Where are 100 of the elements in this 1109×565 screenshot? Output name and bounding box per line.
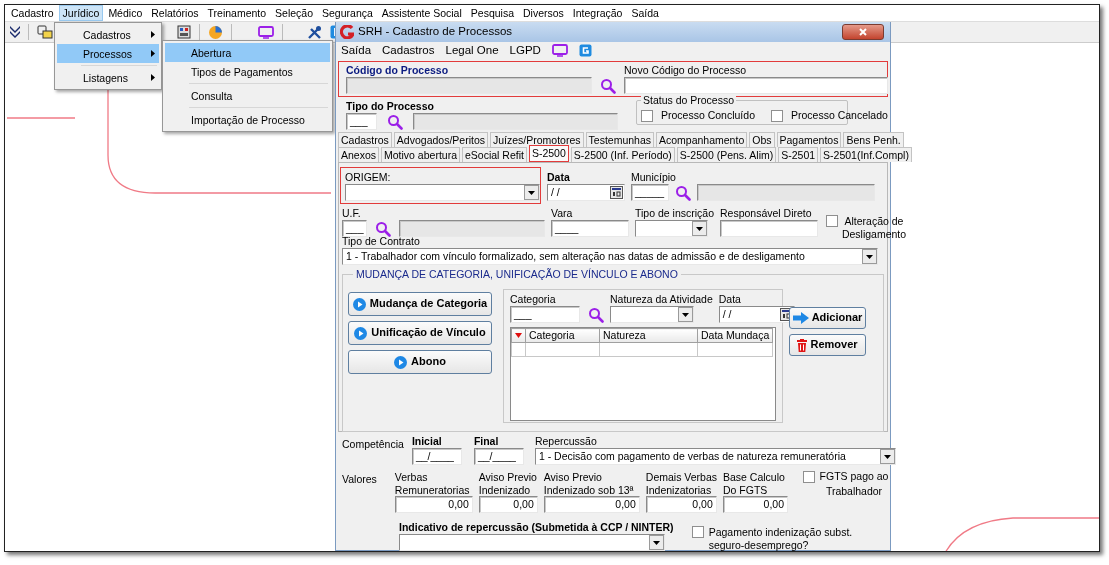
dropdown[interactable]: 1 - Decisão com pagamento de verbas de natureza remuneratória <box>534 448 896 465</box>
field-label: Data <box>547 171 571 184</box>
field-label: Natureza da Atividade <box>610 293 713 306</box>
column-header[interactable]: Natureza <box>599 328 698 343</box>
input-field[interactable]: 0,00 <box>645 496 717 513</box>
calculator-icon[interactable] <box>177 25 191 39</box>
tab[interactable]: S-2501(Inf.Compl) <box>820 147 912 162</box>
play-icon <box>354 326 368 340</box>
menu-item[interactable]: Diversos <box>519 5 568 21</box>
dropdown[interactable] <box>610 306 694 323</box>
menu-item[interactable]: Treinamento <box>203 5 271 21</box>
input-field[interactable]: 0,00 <box>543 496 640 513</box>
menu-item[interactable]: Pesquisa <box>466 5 518 21</box>
menu-item[interactable]: Saída <box>627 5 663 21</box>
double-down-arrow-icon[interactable] <box>10 26 20 38</box>
search-icon[interactable] <box>675 184 691 201</box>
tab[interactable]: eSocial Refit <box>462 147 527 162</box>
tab[interactable]: Pagamentos <box>776 132 842 147</box>
calendar-icon[interactable] <box>610 186 623 199</box>
menu-item[interactable]: Assistente Social <box>377 5 466 21</box>
tool-icon[interactable] <box>37 25 53 39</box>
dropdown[interactable] <box>635 220 708 237</box>
dropdown[interactable]: 1 - Trabalhador com vínculo formalizado, sem alteração nas datas de admissão e de desligamento <box>342 248 878 265</box>
tab[interactable]: Testemunhas <box>585 132 654 147</box>
dropdown[interactable] <box>399 534 665 551</box>
tab[interactable]: Acompanhamento <box>656 132 748 147</box>
tab[interactable]: S-2501 <box>778 147 819 162</box>
menu-item[interactable]: Médico <box>104 5 147 21</box>
checkbox[interactable] <box>691 526 704 538</box>
menu-item[interactable]: Tipos de Pagamentos <box>165 62 330 81</box>
checkbox[interactable] <box>770 109 783 122</box>
field-label: Indicativo de repercussão (Submetida à CCP / NINTER) <box>399 521 674 534</box>
menu-item[interactable]: Abertura <box>165 43 330 62</box>
menu-item[interactable]: Cadastro <box>7 5 58 21</box>
group-title: MUDANÇA DE CATEGORIA, UNIFICAÇÃO DE VÍNCULO E ABONO <box>353 268 681 281</box>
app-logo-icon[interactable] <box>578 44 592 57</box>
menu-item[interactable]: Relatórios <box>147 5 203 21</box>
input-field[interactable] <box>624 77 888 94</box>
monitor-icon[interactable] <box>258 25 274 39</box>
search-icon[interactable] <box>600 78 616 94</box>
input-field[interactable]: __/____ <box>473 448 524 465</box>
action-button[interactable]: Unificação de Vínculo <box>348 321 492 345</box>
input-field[interactable] <box>413 113 618 130</box>
date-field[interactable]: / / <box>718 306 795 323</box>
tab[interactable]: Bens Penh. <box>843 132 904 147</box>
monitor-icon[interactable] <box>551 44 568 57</box>
tab[interactable]: Motivo abertura <box>381 147 460 162</box>
input-field[interactable]: ____ <box>551 220 629 237</box>
input-field[interactable] <box>697 184 875 201</box>
menu-item[interactable]: Processos <box>57 44 159 63</box>
action-button[interactable]: Mudança de Categoria <box>348 292 492 316</box>
input-field[interactable]: ___ <box>346 113 377 130</box>
tab[interactable]: Juízes/Promotores <box>490 132 584 147</box>
input-field[interactable]: ___ <box>510 306 580 323</box>
field-label: Responsável Direto <box>720 207 813 220</box>
tab[interactable]: Anexos <box>338 147 380 162</box>
input-field[interactable]: _____ <box>631 184 669 201</box>
input-field[interactable]: 0,00 <box>394 496 473 513</box>
menu-item[interactable]: Importação de Processo <box>165 110 330 129</box>
dropdown[interactable] <box>345 184 540 201</box>
close-icon <box>859 28 867 36</box>
menu-item[interactable]: Seleção <box>271 5 318 21</box>
input-field[interactable]: ___ <box>342 220 367 237</box>
input-field[interactable] <box>346 77 592 94</box>
checkbox[interactable] <box>803 471 815 483</box>
tab[interactable]: Advogados/Peritos <box>393 132 488 147</box>
search-icon[interactable] <box>588 306 604 323</box>
date-field[interactable]: / / <box>547 184 625 201</box>
input-field[interactable]: 0,00 <box>478 496 538 513</box>
menu-item[interactable]: Cadastros <box>382 43 435 58</box>
column-header[interactable]: Data Mundaça <box>697 328 773 343</box>
menu-item[interactable]: Saída <box>341 43 372 58</box>
search-icon[interactable] <box>387 113 403 130</box>
menu-item[interactable]: Integração <box>568 5 627 21</box>
column-header[interactable]: Categoria <box>525 328 600 343</box>
tab[interactable]: Obs <box>749 132 775 147</box>
input-field[interactable] <box>720 220 818 237</box>
action-button[interactable]: Remover <box>789 334 866 356</box>
tab[interactable]: S-2500 <box>528 145 569 162</box>
menu-item[interactable]: Cadastros <box>57 25 159 44</box>
menu-item[interactable]: Listagens <box>57 68 159 87</box>
pie-chart-icon[interactable] <box>208 24 223 40</box>
checkbox[interactable] <box>826 215 838 227</box>
tab[interactable]: S-2500 (Pens. Alim) <box>676 147 777 162</box>
action-button[interactable]: Adicionar <box>789 307 866 329</box>
tools-icon[interactable] <box>307 24 322 40</box>
action-button[interactable]: Abono <box>348 350 492 374</box>
tab[interactable]: Cadastros <box>338 132 392 147</box>
menu-item[interactable]: Jurídico <box>58 5 104 21</box>
search-icon[interactable] <box>375 220 391 237</box>
menu-item[interactable]: Legal One <box>445 43 499 58</box>
menu-item[interactable]: Consulta <box>165 86 330 105</box>
menu-item[interactable]: LGPD <box>509 43 541 58</box>
tab[interactable]: S-2500 (Inf. Período) <box>570 147 675 162</box>
checkbox[interactable] <box>641 109 653 122</box>
menu-item[interactable]: Segurança <box>318 5 377 21</box>
input-field[interactable]: __/____ <box>411 448 462 465</box>
input-field[interactable]: 0,00 <box>723 496 788 513</box>
input-field[interactable] <box>399 220 545 237</box>
close-button[interactable] <box>842 24 884 40</box>
